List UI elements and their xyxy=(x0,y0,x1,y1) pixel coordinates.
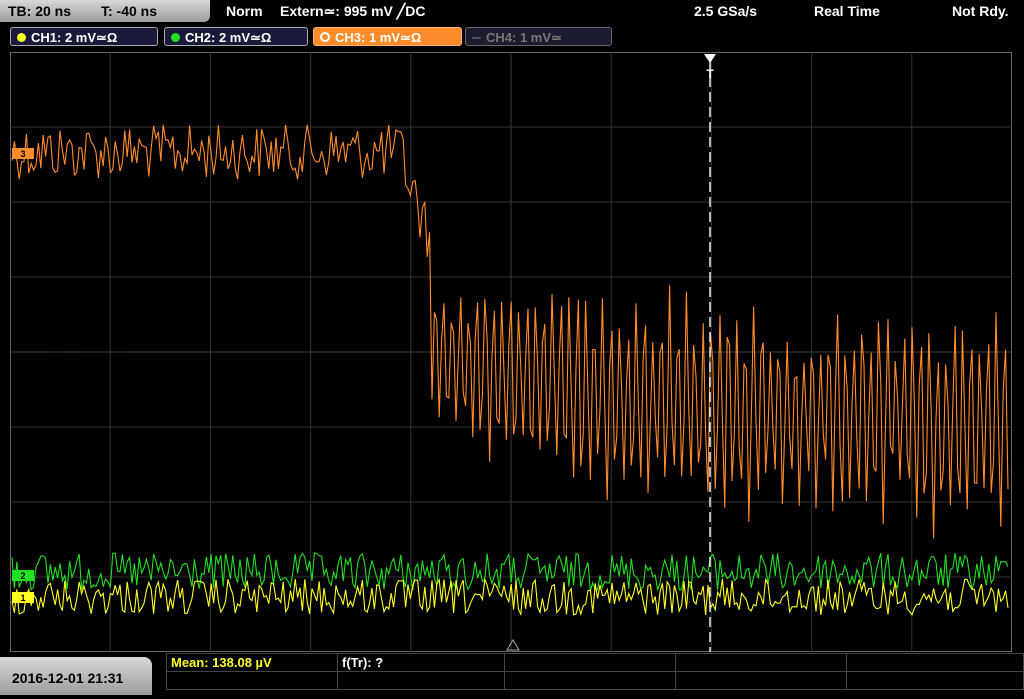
status-bar: TB: 20 ns T: -40 ns Norm Extern≃: 995 mV… xyxy=(0,0,1024,25)
timebase-panel[interactable]: TB: 20 ns T: -40 ns xyxy=(0,0,210,22)
ch1-offset-marker[interactable]: 1 xyxy=(12,592,34,603)
measurement-slot-6[interactable] xyxy=(166,671,338,690)
measurement-slot-9[interactable] xyxy=(675,671,847,690)
trigger-time-value: T: -40 ns xyxy=(101,3,158,19)
measurement-mean[interactable]: Mean: 138.08 µV xyxy=(166,653,338,672)
ch2-indicator-icon xyxy=(171,33,180,42)
measurement-slot-8[interactable] xyxy=(504,671,676,690)
measurement-slot-4[interactable] xyxy=(675,653,847,672)
channel-tab-ch4[interactable]: CH4: 1 mV≃ xyxy=(465,27,612,46)
ch3-offset-marker[interactable]: 3 xyxy=(12,148,34,159)
trigger-source[interactable]: Extern≃: 995 mV ╱DC xyxy=(280,0,425,22)
measurement-slot-3[interactable] xyxy=(504,653,676,672)
acquisition-mode: Real Time xyxy=(814,3,880,19)
channel-tab-ch1[interactable]: CH1: 2 mV≃Ω xyxy=(10,27,158,46)
sample-rate: 2.5 GSa/s xyxy=(694,3,758,19)
measurement-slot-10[interactable] xyxy=(846,671,1024,690)
timebase-value: TB: 20 ns xyxy=(8,3,72,19)
ch3-indicator-icon xyxy=(320,32,330,42)
channel-tab-ch3[interactable]: CH3: 1 mV≃Ω xyxy=(313,27,462,46)
bottom-bar: 2016-12-01 21:31 Mean: 138.08 µV f(Tr): … xyxy=(0,653,1024,695)
timestamp: 2016-12-01 21:31 xyxy=(0,657,152,695)
measurement-rise[interactable]: f(Tr): ? xyxy=(337,653,505,672)
ch4-label: CH4: 1 mV≃ xyxy=(486,30,562,45)
measurement-slot-7[interactable] xyxy=(337,671,505,690)
channel-tab-ch2[interactable]: CH2: 2 mV≃Ω xyxy=(164,27,308,46)
ch3-label: CH3: 1 mV≃Ω xyxy=(335,30,422,45)
ch2-label: CH2: 2 mV≃Ω xyxy=(185,30,272,45)
waveform-display[interactable]: T 3 2 1 xyxy=(10,52,1012,652)
trigger-label: T xyxy=(706,67,714,81)
ch1-indicator-icon xyxy=(17,33,26,42)
measurement-slot-5[interactable] xyxy=(846,653,1024,672)
trigger-mode[interactable]: Norm xyxy=(226,0,263,22)
ch2-marker-label: 2 xyxy=(20,571,25,581)
ch2-offset-marker[interactable]: 2 xyxy=(12,570,34,581)
ch1-label: CH1: 2 mV≃Ω xyxy=(31,30,118,45)
acquisition-state: Not Rdy. xyxy=(952,3,1009,19)
ch3-marker-label: 3 xyxy=(20,149,25,159)
channel-bar: CH1: 2 mV≃Ω CH2: 2 mV≃Ω CH3: 1 mV≃Ω CH4:… xyxy=(0,25,1024,49)
ch4-indicator-icon xyxy=(472,37,481,39)
ch1-marker-label: 1 xyxy=(20,593,25,603)
